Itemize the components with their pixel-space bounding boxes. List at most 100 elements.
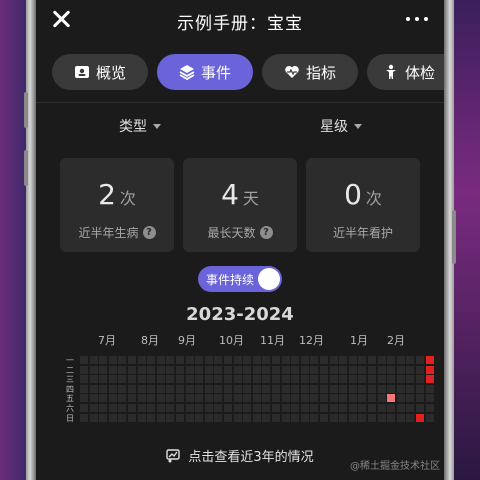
tab-events[interactable]: 事件	[157, 54, 253, 90]
calendar-cell[interactable]	[368, 404, 376, 412]
calendar-cell[interactable]	[243, 394, 252, 403]
calendar-cell[interactable]	[108, 394, 117, 403]
calendar-cell[interactable]	[348, 375, 357, 384]
calendar-cell[interactable]	[108, 356, 117, 364]
calendar-cell[interactable]	[137, 356, 146, 364]
calendar-cell[interactable]	[377, 375, 386, 384]
calendar-cell[interactable]	[156, 365, 165, 374]
calendar-cell[interactable]	[233, 375, 242, 384]
calendar-cell[interactable]	[80, 375, 88, 384]
calendar-cell[interactable]	[300, 413, 309, 422]
calendar-cell[interactable]	[89, 404, 98, 412]
calendar-cell[interactable]	[147, 365, 156, 374]
calendar-cell[interactable]	[348, 413, 357, 422]
calendar-cell[interactable]	[80, 356, 88, 364]
calendar-cell[interactable]	[310, 413, 319, 422]
calendar-cell[interactable]	[416, 375, 424, 384]
calendar-cell[interactable]	[214, 404, 223, 412]
calendar-cell[interactable]	[368, 365, 376, 374]
calendar-cell[interactable]	[128, 394, 136, 403]
calendar-cell[interactable]	[416, 413, 424, 422]
calendar-cell[interactable]	[224, 384, 232, 393]
calendar-cell[interactable]	[300, 394, 309, 403]
calendar-cell[interactable]	[137, 404, 146, 412]
calendar-cell[interactable]	[156, 394, 165, 403]
calendar-cell[interactable]	[368, 356, 376, 364]
calendar-cell[interactable]	[396, 356, 405, 364]
calendar-cell[interactable]	[204, 356, 213, 364]
calendar-cell[interactable]	[281, 413, 290, 422]
calendar-cell[interactable]	[310, 404, 319, 412]
calendar-cell[interactable]	[406, 384, 415, 393]
calendar-cell[interactable]	[195, 375, 204, 384]
calendar-cell[interactable]	[204, 384, 213, 393]
calendar-cell[interactable]	[156, 404, 165, 412]
calendar-cell[interactable]	[137, 394, 146, 403]
calendar-cell[interactable]	[281, 365, 290, 374]
calendar-cell[interactable]	[89, 356, 98, 364]
calendar-cell[interactable]	[406, 394, 415, 403]
calendar-cell[interactable]	[108, 365, 117, 374]
calendar-cell[interactable]	[358, 404, 367, 412]
calendar-cell[interactable]	[118, 365, 127, 374]
calendar-cell[interactable]	[147, 356, 156, 364]
calendar-cell[interactable]	[320, 356, 328, 364]
calendar-cell[interactable]	[204, 394, 213, 403]
more-dots-icon[interactable]	[404, 11, 432, 27]
calendar-cell[interactable]	[118, 375, 127, 384]
calendar-cell[interactable]	[377, 365, 386, 374]
calendar-cell[interactable]	[358, 413, 367, 422]
calendar-cell[interactable]	[329, 375, 338, 384]
calendar-cell[interactable]	[368, 394, 376, 403]
calendar-cell[interactable]	[195, 356, 204, 364]
calendar-cell[interactable]	[300, 384, 309, 393]
calendar-cell[interactable]	[128, 404, 136, 412]
calendar-cell[interactable]	[262, 413, 271, 422]
calendar-cell[interactable]	[243, 365, 252, 374]
calendar-cell[interactable]	[137, 375, 146, 384]
calendar-cell[interactable]	[128, 384, 136, 393]
calendar-cell[interactable]	[291, 394, 300, 403]
calendar-cell[interactable]	[358, 365, 367, 374]
calendar-cell[interactable]	[339, 394, 348, 403]
calendar-cell[interactable]	[396, 365, 405, 374]
calendar-cell[interactable]	[204, 404, 213, 412]
calendar-cell[interactable]	[156, 356, 165, 364]
calendar-cell[interactable]	[195, 394, 204, 403]
calendar-cell[interactable]	[425, 384, 434, 393]
calendar-cell[interactable]	[377, 394, 386, 403]
calendar-cell[interactable]	[272, 356, 280, 364]
calendar-cell[interactable]	[348, 384, 357, 393]
calendar-cell[interactable]	[252, 404, 261, 412]
calendar-cell[interactable]	[185, 394, 194, 403]
calendar-cell[interactable]	[147, 375, 156, 384]
calendar-cell[interactable]	[300, 404, 309, 412]
calendar-cell[interactable]	[176, 413, 184, 422]
calendar-cell[interactable]	[233, 413, 242, 422]
calendar-cell[interactable]	[387, 384, 396, 393]
calendar-cell[interactable]	[128, 365, 136, 374]
calendar-cell[interactable]	[252, 413, 261, 422]
calendar-cell[interactable]	[358, 394, 367, 403]
calendar-cell[interactable]	[377, 413, 386, 422]
calendar-cell[interactable]	[310, 394, 319, 403]
calendar-cell[interactable]	[339, 356, 348, 364]
calendar-cell[interactable]	[310, 356, 319, 364]
calendar-cell[interactable]	[329, 365, 338, 374]
calendar-cell[interactable]	[339, 375, 348, 384]
calendar-cell[interactable]	[377, 356, 386, 364]
calendar-cell[interactable]	[252, 384, 261, 393]
calendar-cell[interactable]	[166, 356, 175, 364]
calendar-cell[interactable]	[396, 384, 405, 393]
calendar-cell[interactable]	[185, 365, 194, 374]
calendar-cell[interactable]	[425, 375, 434, 384]
calendar-cell[interactable]	[252, 365, 261, 374]
calendar-cell[interactable]	[348, 356, 357, 364]
calendar-cell[interactable]	[166, 413, 175, 422]
tab-metrics[interactable]: 指标	[262, 54, 358, 90]
calendar-cell[interactable]	[300, 356, 309, 364]
calendar-cell[interactable]	[166, 365, 175, 374]
calendar-cell[interactable]	[368, 413, 376, 422]
calendar-cell[interactable]	[233, 394, 242, 403]
calendar-cell[interactable]	[348, 404, 357, 412]
